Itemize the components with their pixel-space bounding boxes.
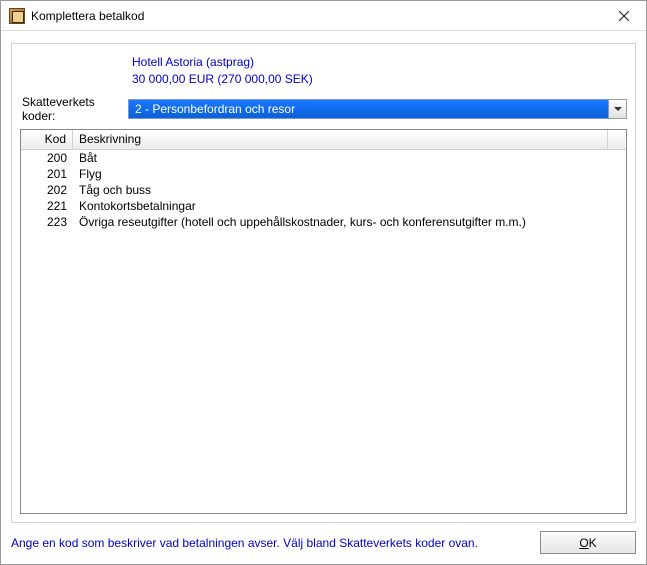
cell-kod: 200 <box>21 151 73 165</box>
combo-row: Skatteverkets koder: 2 - Personbefordran… <box>20 95 627 123</box>
main-groupbox: Hotell Astoria (astprag) 30 000,00 EUR (… <box>11 43 636 523</box>
ok-button[interactable]: OK <box>540 531 636 554</box>
codes-table[interactable]: Kod Beskrivning 200Båt201Flyg202Tåg och … <box>20 129 627 514</box>
table-row[interactable]: 201Flyg <box>21 166 626 182</box>
table-row[interactable]: 202Tåg och buss <box>21 182 626 198</box>
cell-kod: 223 <box>21 215 73 229</box>
amount-line: 30 000,00 EUR (270 000,00 SEK) <box>132 71 627 88</box>
cell-beskrivning: Båt <box>73 151 626 165</box>
col-header-beskrivning[interactable]: Beskrivning <box>73 130 608 149</box>
combo-dropdown-button[interactable] <box>609 99 627 119</box>
cell-kod: 221 <box>21 199 73 213</box>
titlebar: Komplettera betalkod <box>1 1 646 31</box>
window-title: Komplettera betalkod <box>31 9 601 23</box>
combo-selected-value: 2 - Personbefordran och resor <box>128 99 609 119</box>
col-header-kod[interactable]: Kod <box>21 130 73 149</box>
info-block: Hotell Astoria (astprag) 30 000,00 EUR (… <box>132 54 627 89</box>
table-row[interactable]: 200Båt <box>21 150 626 166</box>
combo-label: Skatteverkets koder: <box>20 95 128 123</box>
client-area: Hotell Astoria (astprag) 30 000,00 EUR (… <box>1 31 646 564</box>
chevron-down-icon <box>614 105 622 113</box>
table-row[interactable]: 223Övriga reseutgifter (hotell och uppeh… <box>21 214 626 230</box>
tax-code-combo[interactable]: 2 - Personbefordran och resor <box>128 99 627 119</box>
hotel-line: Hotell Astoria (astprag) <box>132 54 627 71</box>
close-icon <box>619 11 629 21</box>
table-body[interactable]: 200Båt201Flyg202Tåg och buss221Kontokort… <box>21 150 626 513</box>
cell-beskrivning: Övriga reseutgifter (hotell och uppehåll… <box>73 215 626 229</box>
cell-beskrivning: Flyg <box>73 167 626 181</box>
footer: Ange en kod som beskriver vad betalninge… <box>11 531 636 554</box>
cell-beskrivning: Tåg och buss <box>73 183 626 197</box>
cell-kod: 201 <box>21 167 73 181</box>
cell-kod: 202 <box>21 183 73 197</box>
table-header: Kod Beskrivning <box>21 130 626 150</box>
ok-rest: K <box>589 536 597 550</box>
close-button[interactable] <box>601 1 646 30</box>
col-header-spacer <box>608 130 626 149</box>
hint-text: Ange en kod som beskriver vad betalninge… <box>11 536 530 550</box>
cell-beskrivning: Kontokortsbetalningar <box>73 199 626 213</box>
ok-underline: O <box>579 536 588 550</box>
app-icon <box>9 8 25 24</box>
table-row[interactable]: 221Kontokortsbetalningar <box>21 198 626 214</box>
